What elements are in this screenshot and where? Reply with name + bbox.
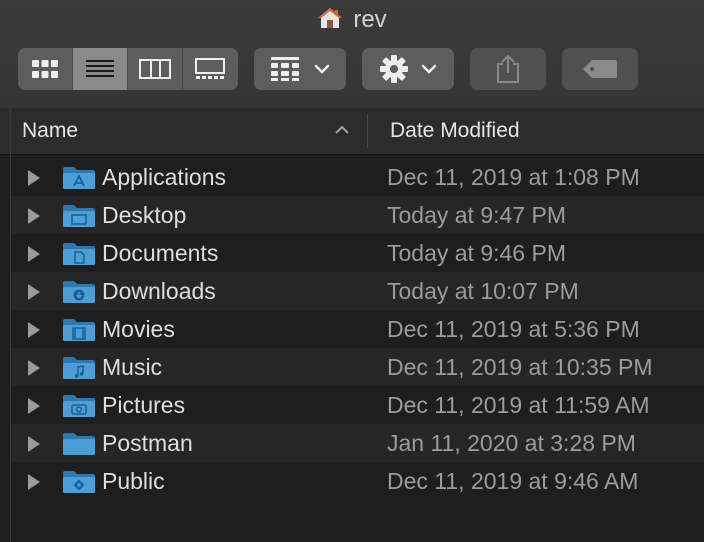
item-name: Documents xyxy=(102,240,219,266)
view-gallery-button[interactable] xyxy=(183,48,237,90)
applications-folder-icon xyxy=(63,167,95,189)
home-icon xyxy=(317,6,343,37)
list-item-movies[interactable]: Movies Dec 11, 2019 at 5:36 PM xyxy=(11,310,704,348)
list-item-documents[interactable]: Documents Today at 9:46 PM xyxy=(11,234,704,272)
item-date-modified: Dec 11, 2019 at 11:59 AM xyxy=(387,392,650,418)
date-modified-column-header[interactable]: Date Modified xyxy=(390,108,520,154)
item-name: Movies xyxy=(102,316,175,342)
disclosure-triangle-icon[interactable] xyxy=(26,397,42,415)
file-list: Applications Dec 11, 2019 at 1:08 PM Des… xyxy=(11,158,704,500)
documents-folder-icon xyxy=(63,243,95,265)
pictures-folder-icon xyxy=(63,395,95,417)
share-icon xyxy=(497,54,519,83)
disclosure-triangle-icon[interactable] xyxy=(26,207,42,225)
window-toolbar: rev xyxy=(0,0,704,109)
gear-icon xyxy=(380,55,408,83)
item-name: Postman xyxy=(102,430,193,456)
disclosure-triangle-icon[interactable] xyxy=(26,435,42,453)
folder-icon xyxy=(63,433,95,455)
list-item-public[interactable]: Public Dec 11, 2019 at 9:46 AM xyxy=(11,462,704,500)
item-date-modified: Jan 11, 2020 at 3:28 PM xyxy=(387,430,636,456)
public-folder-icon xyxy=(63,471,95,493)
item-name: Pictures xyxy=(102,392,186,418)
item-date-modified: Dec 11, 2019 at 9:46 AM xyxy=(387,468,639,494)
item-name: Applications xyxy=(102,164,227,190)
tag-icon xyxy=(583,60,617,78)
group-by-button[interactable] xyxy=(254,48,346,90)
desktop-folder-icon xyxy=(63,205,95,227)
list-item-postman[interactable]: Postman Jan 11, 2020 at 3:28 PM xyxy=(11,424,704,462)
chevron-down-icon xyxy=(421,64,437,74)
item-date-modified: Dec 11, 2019 at 10:35 PM xyxy=(387,354,653,380)
view-list-button[interactable] xyxy=(73,48,128,90)
tag-button[interactable] xyxy=(562,48,638,90)
disclosure-triangle-icon[interactable] xyxy=(26,283,42,301)
group-by-icon xyxy=(271,57,299,81)
columns-icon xyxy=(139,59,171,79)
list-item-downloads[interactable]: Downloads Today at 10:07 PM xyxy=(11,272,704,310)
item-name: Public xyxy=(102,468,165,494)
list-item-applications[interactable]: Applications Dec 11, 2019 at 1:08 PM xyxy=(11,158,704,196)
item-date-modified: Today at 10:07 PM xyxy=(387,278,579,304)
movies-folder-icon xyxy=(63,319,95,341)
item-date-modified: Today at 9:46 PM xyxy=(387,240,566,266)
view-icons-button[interactable] xyxy=(18,48,73,90)
disclosure-triangle-icon[interactable] xyxy=(26,245,42,263)
downloads-folder-icon xyxy=(63,281,95,303)
window-title-text: rev xyxy=(353,6,387,33)
item-name: Music xyxy=(102,354,163,380)
view-columns-button[interactable] xyxy=(128,48,183,90)
window-title: rev xyxy=(0,6,704,37)
disclosure-triangle-icon[interactable] xyxy=(26,359,42,377)
disclosure-triangle-icon[interactable] xyxy=(26,473,42,491)
list-item-pictures[interactable]: Pictures Dec 11, 2019 at 11:59 AM xyxy=(11,386,704,424)
action-menu-button[interactable] xyxy=(362,48,454,90)
chevron-down-icon xyxy=(314,64,330,74)
item-name: Desktop xyxy=(102,202,187,228)
list-icon xyxy=(86,60,114,77)
list-item-music[interactable]: Music Dec 11, 2019 at 10:35 PM xyxy=(11,348,704,386)
item-name: Downloads xyxy=(102,278,216,304)
disclosure-triangle-icon[interactable] xyxy=(26,169,42,187)
disclosure-triangle-icon[interactable] xyxy=(26,321,42,339)
name-column-header[interactable]: Name xyxy=(22,108,78,154)
grid-icon xyxy=(32,60,58,78)
item-date-modified: Today at 9:47 PM xyxy=(387,202,566,228)
gallery-icon xyxy=(195,58,225,79)
column-divider[interactable] xyxy=(367,114,368,148)
music-folder-icon xyxy=(63,357,95,379)
column-header: Name Date Modified xyxy=(0,108,704,155)
view-mode-segmented-control xyxy=(18,48,238,90)
share-button[interactable] xyxy=(470,48,546,90)
sort-ascending-icon xyxy=(335,125,349,134)
item-date-modified: Dec 11, 2019 at 1:08 PM xyxy=(387,164,640,190)
list-item-desktop[interactable]: Desktop Today at 9:47 PM xyxy=(11,196,704,234)
item-date-modified: Dec 11, 2019 at 5:36 PM xyxy=(387,316,640,342)
